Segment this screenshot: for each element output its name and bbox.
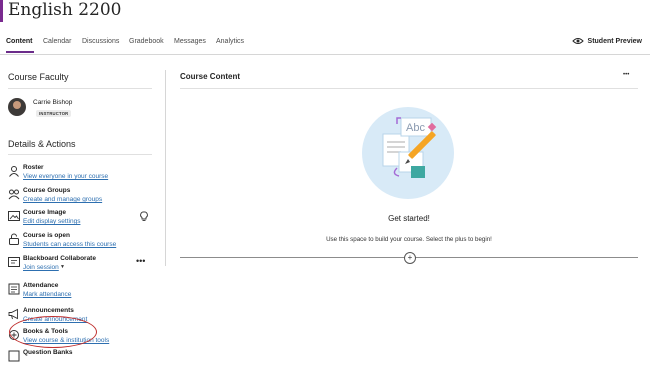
attendance-title: Attendance — [23, 282, 59, 289]
course-open-title: Course is open — [23, 232, 70, 239]
action-question-banks: Question Banks — [8, 349, 163, 371]
course-content-heading: Course Content — [180, 72, 240, 81]
attendance-icon — [8, 283, 20, 295]
get-started-instructions: Use this space to build your course. Sel… — [326, 236, 492, 243]
collaborate-more-icon[interactable]: ••• — [136, 257, 145, 266]
collaborate-title: Blackboard Collaborate — [23, 255, 96, 262]
course-faculty-heading: Course Faculty — [8, 72, 69, 82]
course-navigation: Content Calendar Discussions Gradebook M… — [0, 32, 650, 55]
attendance-link[interactable]: Mark attendance — [23, 291, 71, 298]
details-divider — [8, 154, 152, 155]
course-open-link[interactable]: Students can access this course — [23, 241, 116, 248]
annotation-circle — [9, 316, 97, 348]
content-more-icon[interactable]: ••• — [623, 71, 629, 80]
announcements-title: Announcements — [23, 307, 74, 314]
question-banks-title: Question Banks — [23, 349, 73, 356]
get-started-illustration-icon: Abc — [362, 107, 454, 199]
content-divider — [180, 88, 638, 89]
tab-gradebook[interactable]: Gradebook — [129, 38, 164, 45]
action-course-open: Course is open Students can access this … — [8, 232, 163, 254]
course-groups-title: Course Groups — [23, 187, 71, 194]
course-groups-link[interactable]: Create and manage groups — [23, 196, 102, 203]
svg-text:Abc: Abc — [406, 122, 425, 134]
tab-analytics[interactable]: Analytics — [216, 38, 244, 45]
action-attendance: Attendance Mark attendance — [8, 282, 163, 304]
action-course-image: Course Image Edit display settings — [8, 209, 163, 231]
chevron-down-icon[interactable]: ▼ — [60, 264, 65, 270]
roster-title: Roster — [23, 164, 44, 171]
action-collaborate: Blackboard Collaborate Join session ▼ ••… — [8, 255, 163, 277]
course-image-link[interactable]: Edit display settings — [23, 218, 80, 225]
tab-messages[interactable]: Messages — [174, 38, 206, 45]
action-course-groups: Course Groups Create and manage groups — [8, 187, 163, 209]
collaborate-icon — [8, 257, 20, 267]
tab-discussions[interactable]: Discussions — [82, 38, 119, 45]
faculty-name[interactable]: Carrie Bishop — [33, 99, 72, 106]
action-roster: Roster View everyone in your course — [8, 164, 163, 186]
megaphone-icon — [8, 308, 18, 320]
eye-icon — [571, 38, 584, 44]
active-tab-indicator — [6, 51, 34, 53]
student-preview-button[interactable]: Student Preview — [571, 37, 642, 45]
get-started-heading: Get started! — [388, 214, 430, 223]
roster-link[interactable]: View everyone in your course — [23, 173, 108, 180]
role-badge: INSTRUCTOR — [36, 110, 72, 117]
details-actions-heading: Details & Actions — [8, 139, 76, 149]
add-content-button[interactable]: + — [404, 252, 416, 264]
course-image-title: Course Image — [23, 209, 66, 216]
join-session-link[interactable]: Join session — [23, 264, 59, 271]
course-title: English 2200 — [8, 0, 122, 20]
course-accent-bar — [0, 0, 3, 22]
question-bank-icon — [8, 350, 20, 362]
image-icon — [8, 211, 20, 221]
lightbulb-icon[interactable] — [140, 211, 148, 222]
sidebar-divider — [165, 70, 166, 266]
unlock-icon — [9, 233, 19, 245]
faculty-divider — [8, 88, 152, 89]
avatar[interactable] — [8, 98, 26, 116]
student-preview-label: Student Preview — [587, 37, 642, 45]
roster-icon — [9, 166, 19, 177]
tab-content[interactable]: Content — [6, 38, 32, 45]
groups-icon — [8, 189, 20, 200]
tab-calendar[interactable]: Calendar — [43, 38, 71, 45]
